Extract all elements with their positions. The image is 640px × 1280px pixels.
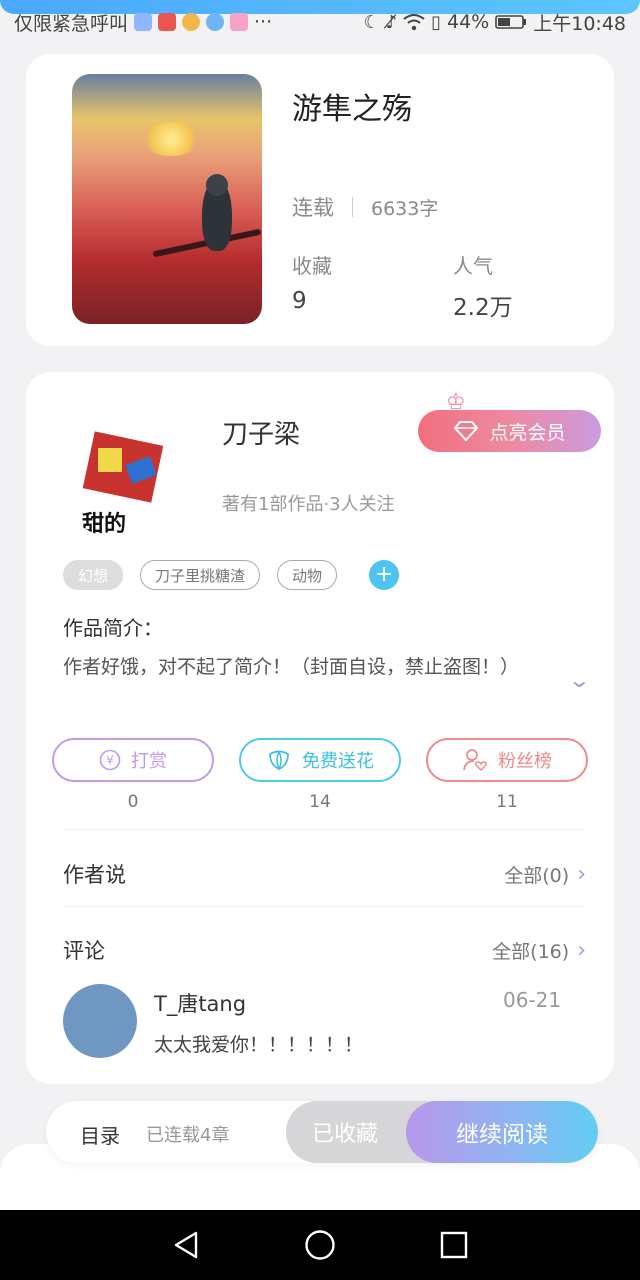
intro-label: 作品简介： xyxy=(63,616,163,640)
tag-list: 幻想 刀子里挑糖渣 动物 + xyxy=(63,560,400,590)
app-icon-1 xyxy=(134,13,153,31)
author-says-all-label: 全部(0) xyxy=(504,865,570,887)
book-status-row: 连载 6633字 xyxy=(292,192,438,222)
book-info-card: 游隼之殇 连载 6633字 收藏 9 人气 2.2万 xyxy=(26,54,614,346)
comment-text: 太太我爱你！！！！！！ xyxy=(154,1034,364,1056)
author-avatar[interactable]: 甜的 xyxy=(58,420,176,538)
user-heart-icon xyxy=(463,749,487,772)
more-notifications: ··· xyxy=(254,11,273,33)
free-flower-label: 免费送花 xyxy=(302,751,374,772)
chevron-right-icon: › xyxy=(577,938,586,963)
chapter-count: 已连载4章 xyxy=(146,1125,230,1146)
sim-alert-icon: ▯ xyxy=(431,11,441,33)
tag-item[interactable]: 动物 xyxy=(277,560,338,590)
cover-sun xyxy=(142,122,200,156)
popularity-label: 人气 xyxy=(453,254,493,278)
vip-label: 点亮会员 xyxy=(489,421,566,444)
continue-reading-button[interactable]: 继续阅读 xyxy=(406,1101,598,1163)
author-says-all-link[interactable]: 全部(0) › xyxy=(504,861,586,888)
comment-date: 06-21 xyxy=(503,988,562,1012)
fan-ranking-button[interactable]: 粉丝榜 xyxy=(426,738,588,782)
book-title: 游隼之殇 xyxy=(292,92,412,127)
expand-chevron-icon[interactable]: ⌄ xyxy=(568,668,591,692)
favorites-label: 收藏 xyxy=(292,254,332,278)
tag-item[interactable]: 刀子里挑糖渣 xyxy=(140,560,261,590)
reward-button[interactable]: ¥ 打赏 xyxy=(52,738,214,782)
reward-count: 0 xyxy=(127,792,139,812)
app-icon-5 xyxy=(230,13,249,31)
author-meta: 著有1部作品·3人关注 xyxy=(222,494,395,515)
popularity-value: 2.2万 xyxy=(453,295,513,321)
add-tag-button[interactable]: + xyxy=(369,560,400,590)
diamond-icon xyxy=(454,421,479,441)
battery-icon xyxy=(495,15,527,29)
status-divider xyxy=(352,197,353,217)
comments-all-label: 全部(16) xyxy=(492,941,570,963)
commenter-name[interactable]: T_唐tang xyxy=(154,988,246,1018)
serial-status: 连载 xyxy=(292,196,334,220)
commenter-avatar[interactable] xyxy=(63,984,137,1058)
app-icon-4 xyxy=(206,13,225,31)
free-flower-button[interactable]: 免费送花 xyxy=(239,738,401,782)
fan-ranking-label: 粉丝榜 xyxy=(498,751,552,772)
flower-icon xyxy=(269,750,289,771)
favorites-value: 9 xyxy=(292,288,307,314)
battery-percent: 44% xyxy=(447,11,490,33)
bottom-action-bar: 目录 已连载4章 已收藏 继续阅读 xyxy=(46,1101,598,1163)
fan-count: 11 xyxy=(496,792,518,812)
author-says-title: 作者说 xyxy=(63,863,126,887)
reward-label: 打赏 xyxy=(131,751,167,772)
wifi-icon xyxy=(403,14,425,31)
status-bar: 仅限紧急呼叫 ··· ☾ ♪̸ ▯ 44% 上午10:48 xyxy=(0,0,640,44)
clock: 上午10:48 xyxy=(533,12,626,35)
vip-button[interactable]: 点亮会员 xyxy=(418,410,601,452)
book-cover[interactable] xyxy=(72,74,262,324)
home-icon[interactable] xyxy=(304,1229,336,1261)
comments-title: 评论 xyxy=(63,939,105,963)
system-nav-bar xyxy=(0,1210,640,1280)
avatar-yellow-shape xyxy=(98,448,122,472)
cover-falcon-head xyxy=(206,174,228,196)
tag-item[interactable]: 幻想 xyxy=(63,560,124,590)
status-right: ☾ ♪̸ ▯ 44% 上午10:48 xyxy=(363,9,626,36)
word-count: 6633字 xyxy=(371,197,439,220)
carrier-text: 仅限紧急呼叫 xyxy=(14,12,129,35)
author-name[interactable]: 刀子梁 xyxy=(222,414,300,451)
chevron-right-icon: › xyxy=(577,862,586,887)
avatar-text: 甜的 xyxy=(82,512,127,537)
author-card: 甜的 刀子梁 著有1部作品·3人关注 ♔ 点亮会员 幻想 刀子里挑糖渣 动物 +… xyxy=(26,372,614,1084)
divider xyxy=(63,829,583,830)
app-icon-2 xyxy=(158,13,177,31)
toc-button[interactable]: 目录 xyxy=(80,1120,120,1149)
back-icon[interactable] xyxy=(172,1230,200,1260)
app-icon-3 xyxy=(182,13,201,31)
flower-count: 14 xyxy=(309,792,331,812)
divider xyxy=(63,906,583,907)
recents-icon[interactable] xyxy=(440,1231,468,1259)
moon-icon: ☾ xyxy=(363,11,380,33)
comments-all-link[interactable]: 全部(16) › xyxy=(492,937,586,964)
intro-text: 作者好饿，对不起了简介！（封面自设，禁止盗图！） xyxy=(63,656,520,678)
status-left: 仅限紧急呼叫 ··· xyxy=(14,9,272,36)
yen-coin-icon: ¥ xyxy=(99,749,121,771)
svg-text:¥: ¥ xyxy=(106,754,114,768)
mute-icon: ♪̸ xyxy=(385,11,398,33)
